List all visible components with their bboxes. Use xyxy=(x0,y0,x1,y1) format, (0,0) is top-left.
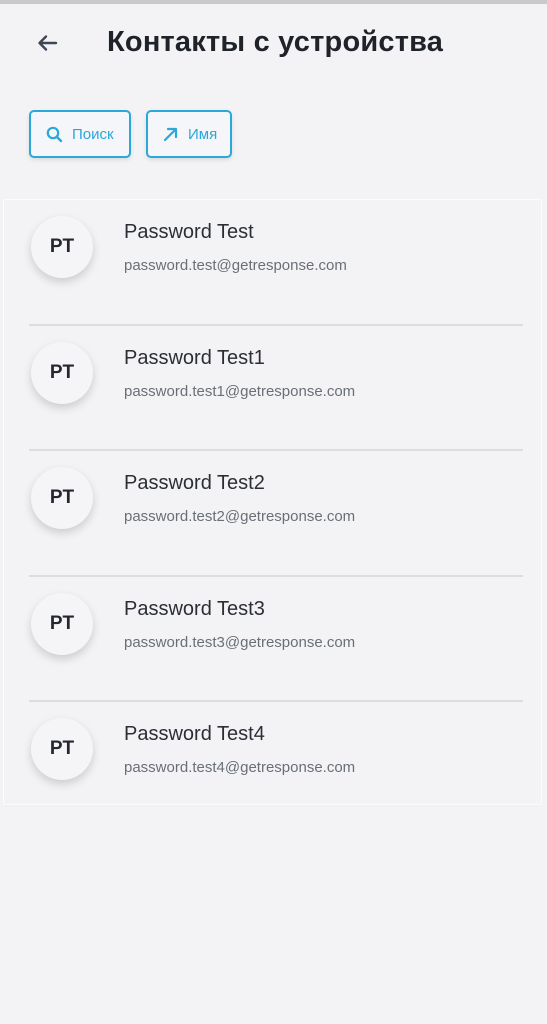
search-icon xyxy=(46,126,63,143)
arrow-left-icon xyxy=(36,34,58,57)
back-button[interactable] xyxy=(30,28,64,62)
sort-button-label: Имя xyxy=(188,125,218,143)
search-button-label: Поиск xyxy=(72,125,114,143)
avatar: PT xyxy=(31,467,93,529)
contact-list: PT Password Test password.test@getrespon… xyxy=(4,200,541,828)
contact-list-item[interactable]: PT Password Test1 password.test1@getresp… xyxy=(4,326,541,451)
contact-email: password.test4@getresponse.com xyxy=(124,759,356,776)
avatar: PT xyxy=(31,216,93,278)
contact-name: Password Test xyxy=(124,221,254,243)
contact-name: Password Test4 xyxy=(124,723,265,745)
avatar: PT xyxy=(31,718,93,780)
contact-name: Password Test2 xyxy=(124,472,265,494)
search-button[interactable]: Поиск xyxy=(29,110,131,158)
app-header: Контакты с устройства xyxy=(0,4,547,88)
contact-email: password.test1@getresponse.com xyxy=(124,382,356,400)
contact-email: password.test2@getresponse.com xyxy=(124,508,356,525)
page-title: Контакты с устройства xyxy=(107,26,444,58)
contact-list-item[interactable]: PT Password Test password.test@getrespon… xyxy=(4,200,541,326)
filter-bar: Поиск Имя xyxy=(29,110,232,158)
contact-list-item[interactable]: PT Password Test3 password.test3@getresp… xyxy=(4,577,541,702)
sort-by-name-button[interactable]: Имя xyxy=(146,110,232,158)
contact-email: password.test3@getresponse.com xyxy=(124,633,356,651)
contact-name: Password Test3 xyxy=(124,597,265,620)
avatar: PT xyxy=(31,592,93,655)
avatar: PT xyxy=(31,341,93,404)
contact-email: password.test@getresponse.com xyxy=(124,257,347,274)
contact-list-item[interactable]: PT Password Test4 password.test4@getresp… xyxy=(4,702,541,828)
contact-list-item[interactable]: PT Password Test2 password.test2@getresp… xyxy=(4,451,541,577)
contact-name: Password Test1 xyxy=(124,346,265,369)
contact-list-panel: PT Password Test password.test@getrespon… xyxy=(4,200,541,804)
arrow-up-right-icon xyxy=(162,126,179,143)
